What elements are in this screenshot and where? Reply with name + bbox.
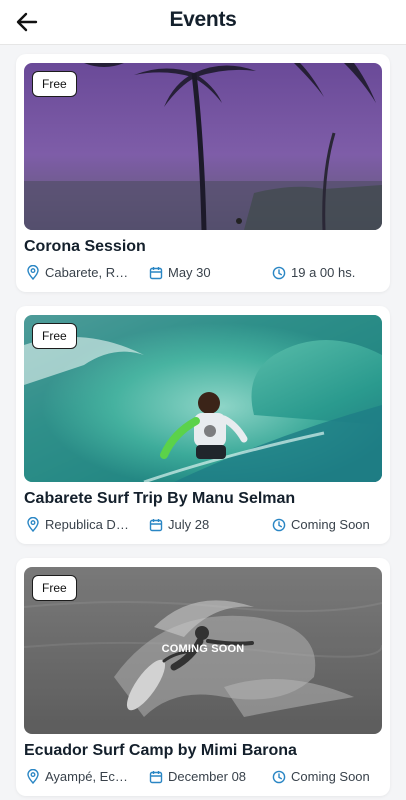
- clock-icon: [272, 518, 286, 531]
- event-title: Cabarete Surf Trip By Manu Selman: [24, 490, 296, 507]
- map-pin-icon: [27, 265, 39, 280]
- map-pin-icon: [27, 517, 39, 532]
- calendar-icon: [149, 518, 163, 531]
- calendar-icon: [149, 266, 163, 279]
- event-location: Ayampé, Ecu...: [26, 769, 131, 784]
- event-card[interactable]: Free Cabarete Surf Trip By Manu Selman R…: [16, 306, 390, 544]
- event-time: 19 a 00 hs.: [272, 265, 355, 280]
- event-location: Republica Do...: [26, 517, 131, 532]
- app-header: Events: [0, 0, 406, 45]
- event-title: Ecuador Surf Camp by Mimi Barona: [24, 742, 297, 759]
- event-card[interactable]: Free COMING SOON Ecuador Surf Camp by Mi…: [16, 558, 390, 796]
- event-date: July 28: [149, 517, 209, 532]
- event-date: May 30: [149, 265, 211, 280]
- event-image: Free: [24, 315, 382, 482]
- event-image: Free: [24, 63, 382, 230]
- calendar-icon: [149, 770, 163, 783]
- event-card[interactable]: Free Corona Session Cabarete, Re... May …: [16, 54, 390, 292]
- event-location: Cabarete, Re...: [26, 265, 131, 280]
- page-title: Events: [169, 8, 237, 31]
- clock-icon: [272, 266, 286, 279]
- coming-soon-overlay: COMING SOON: [161, 643, 245, 655]
- event-time: Coming Soon: [272, 769, 370, 784]
- event-date: December 08: [149, 769, 246, 784]
- event-time: Coming Soon: [272, 517, 370, 532]
- event-title: Corona Session: [24, 238, 146, 255]
- price-badge: Free: [32, 575, 77, 601]
- price-badge: Free: [32, 71, 77, 97]
- clock-icon: [272, 770, 286, 783]
- event-image: Free COMING SOON: [24, 567, 382, 734]
- map-pin-icon: [27, 769, 39, 784]
- price-badge: Free: [32, 323, 77, 349]
